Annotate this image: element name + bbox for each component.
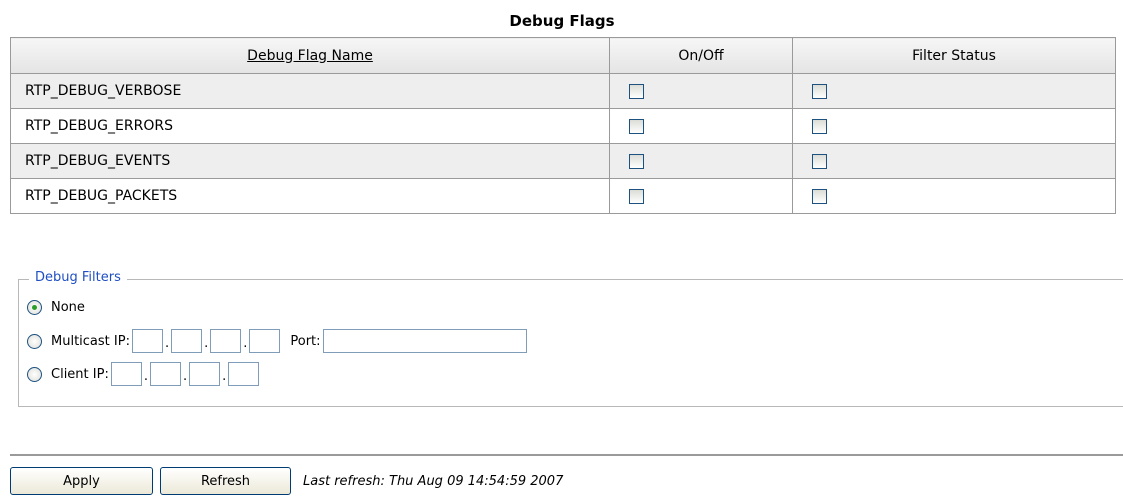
on-off-checkbox[interactable]	[629, 188, 644, 204]
debug-flags-title: Debug Flags	[509, 12, 615, 30]
port-input[interactable]	[322, 329, 527, 353]
octet-separator: .	[222, 369, 227, 384]
on-off-checkbox[interactable]	[629, 83, 644, 99]
client-ip-octet-3[interactable]	[189, 362, 221, 386]
table-row: RTP_DEBUG_EVENTS	[10, 143, 1116, 179]
table-row: RTP_DEBUG_VERBOSE	[10, 73, 1116, 109]
octet-separator: .	[182, 369, 188, 384]
apply-button[interactable]: Apply	[10, 467, 153, 495]
octet-separator: .	[204, 336, 209, 351]
filter-status-checkbox[interactable]	[812, 153, 827, 169]
table-row: RTP_DEBUG_ERRORS	[10, 108, 1116, 144]
client-ip-octet-2[interactable]	[149, 362, 181, 386]
filter-status-checkbox[interactable]	[812, 188, 827, 204]
octet-separator: .	[243, 336, 248, 351]
multicast-ip-octet-1[interactable]	[131, 329, 163, 353]
column-header-filter-status: Filter Status	[792, 37, 1116, 74]
refresh-button[interactable]: Refresh	[160, 467, 291, 495]
flag-name-cell: RTP_DEBUG_ERRORS	[10, 108, 610, 144]
filter-status-checkbox[interactable]	[812, 118, 827, 134]
client-ip-octet-1[interactable]	[110, 362, 142, 386]
octet-separator: .	[143, 369, 148, 384]
flag-name-cell: RTP_DEBUG_EVENTS	[10, 143, 610, 179]
table-row: RTP_DEBUG_PACKETS	[10, 178, 1116, 214]
filter-status-checkbox[interactable]	[812, 83, 827, 99]
debug-flags-table: Debug Flag Name On/Off Filter Status RTP…	[10, 37, 1116, 214]
multicast-ip-octet-2[interactable]	[171, 329, 203, 353]
client-ip-radio[interactable]	[27, 366, 42, 382]
multicast-ip-radio[interactable]	[27, 333, 42, 349]
column-header-flag-name[interactable]: Debug Flag Name	[10, 37, 610, 74]
radio-selected-dot	[32, 305, 37, 310]
filter-option-multicast: Multicast IP: . . . Port:	[27, 329, 527, 353]
debug-filters-group: Debug Filters None Multicast IP: . . . P…	[18, 270, 1123, 407]
octet-separator: .	[164, 336, 170, 351]
last-refresh-text: Last refresh: Thu Aug 09 14:54:59 2007	[303, 474, 564, 489]
multicast-ip-octet-4[interactable]	[249, 329, 281, 353]
client-ip-octet-4[interactable]	[228, 362, 260, 386]
debug-filters-legend: Debug Filters	[29, 270, 127, 285]
port-label: Port:	[290, 333, 321, 349]
flag-name-cell: RTP_DEBUG_PACKETS	[10, 178, 610, 214]
multicast-ip-octet-3[interactable]	[210, 329, 242, 353]
none-label: None	[51, 300, 85, 315]
filter-option-none: None	[27, 300, 85, 315]
bottom-divider	[10, 454, 1123, 456]
page: Debug Flags Debug Flag Name On/Off Filte…	[0, 0, 1123, 503]
filter-option-client: Client IP: . . .	[27, 362, 260, 386]
table-header-row: Debug Flag Name On/Off Filter Status	[10, 37, 1116, 74]
on-off-checkbox[interactable]	[629, 118, 644, 134]
client-ip-label: Client IP:	[51, 366, 109, 382]
flag-name-cell: RTP_DEBUG_VERBOSE	[10, 73, 610, 109]
multicast-ip-label: Multicast IP:	[51, 333, 130, 349]
none-radio[interactable]	[27, 300, 42, 315]
on-off-checkbox[interactable]	[629, 153, 644, 169]
column-header-on-off: On/Off	[609, 37, 793, 74]
